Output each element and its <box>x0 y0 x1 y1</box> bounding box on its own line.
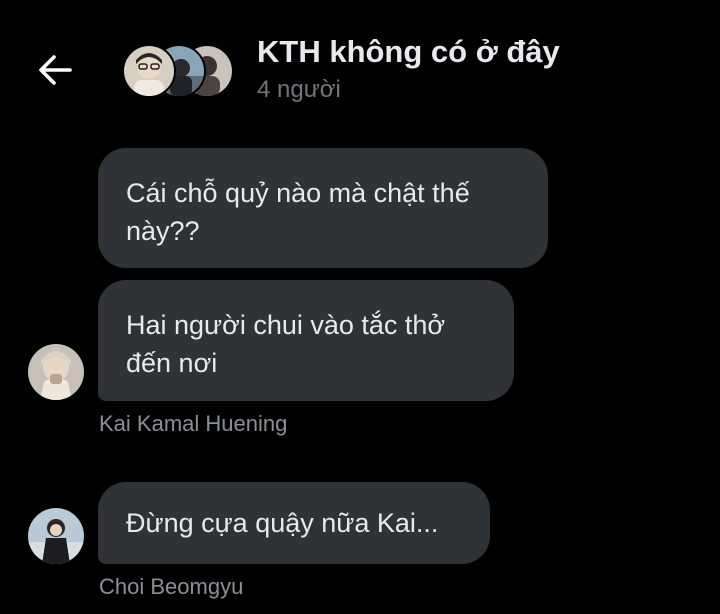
avatar <box>28 344 84 400</box>
group-avatar-stack[interactable] <box>122 44 234 98</box>
participant-count: 4 người <box>257 76 341 103</box>
message-bubble[interactable]: Hai người chui vào tắc thở đến nơi <box>98 280 514 401</box>
sender-avatar[interactable] <box>28 508 84 564</box>
sender-avatar[interactable] <box>28 344 84 400</box>
sender-name: Kai Kamal Huening <box>99 411 288 436</box>
message-bubble[interactable]: Đừng cựa quậy nữa Kai... <box>98 482 490 564</box>
conversation-title[interactable]: KTH không có ở đây <box>257 34 560 70</box>
message-bubble[interactable]: Cái chỗ quỷ nào mà chật thế này?? <box>98 148 548 268</box>
conversation-header: KTH không có ở đây 4 người <box>0 0 720 120</box>
back-button[interactable] <box>32 50 80 90</box>
arrow-left-icon <box>39 55 72 85</box>
group-member-avatar <box>122 44 176 98</box>
avatar <box>28 508 84 564</box>
sender-name: Choi Beomgyu <box>99 574 244 599</box>
